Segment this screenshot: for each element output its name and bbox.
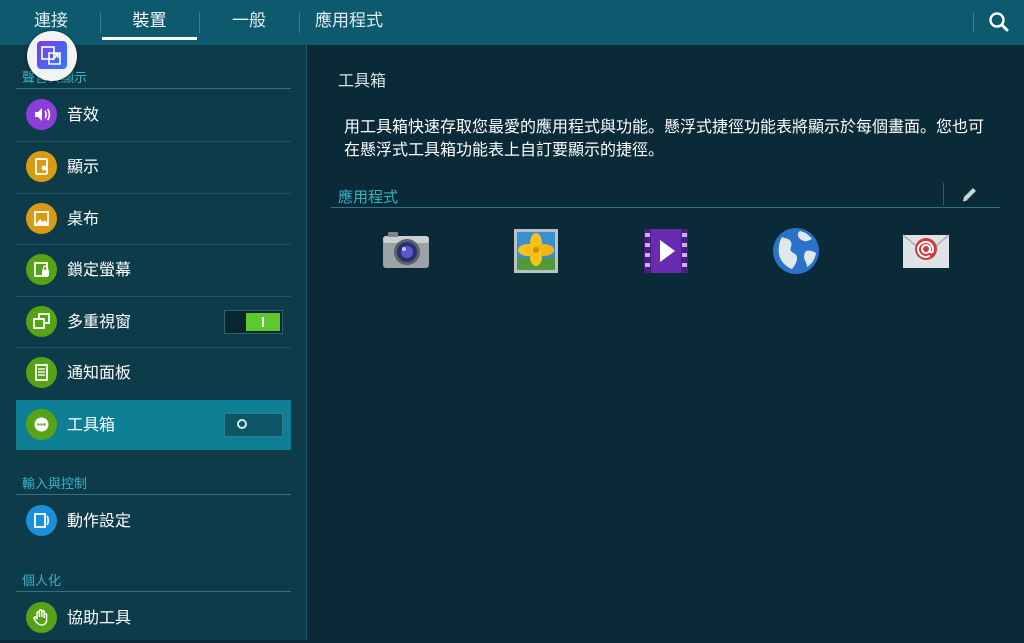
settings-item-label: 音效	[67, 105, 100, 124]
apps-section-header: 應用程式	[338, 188, 399, 206]
toggle-on-thumb	[246, 313, 280, 331]
settings-item-motion[interactable]: 動作設定	[16, 496, 291, 546]
email-icon	[902, 234, 950, 268]
tab-divider	[199, 12, 200, 33]
settings-item-label: 多重視窗	[67, 312, 132, 331]
header-divider	[943, 183, 944, 205]
settings-item-accessibility[interactable]: 協助工具	[16, 593, 291, 643]
lock-screen-icon	[26, 254, 57, 285]
camera-icon	[383, 232, 429, 268]
settings-item-multi-window[interactable]: 多重視窗	[16, 297, 291, 347]
settings-item-label: 通知面板	[67, 363, 132, 382]
motion-icon	[26, 505, 57, 536]
app-shortcut-video[interactable]	[640, 225, 692, 277]
page-title: 工具箱	[338, 71, 387, 90]
toolbox-description: 用工具箱快速存取您最愛的應用程式與功能。懸浮式捷徑功能表將顯示於每個畫面。您也可…	[344, 117, 985, 159]
pencil-icon	[962, 188, 976, 202]
video-icon	[644, 229, 688, 273]
settings-item-lock-screen[interactable]: 鎖定螢幕	[16, 245, 291, 295]
app-shortcut-gallery[interactable]	[510, 225, 562, 277]
settings-item-label: 協助工具	[67, 608, 132, 627]
floating-toolbox-button[interactable]	[27, 31, 77, 81]
edit-apps-button[interactable]	[957, 184, 981, 206]
notification-panel-icon	[26, 357, 57, 388]
gallery-icon	[514, 229, 558, 273]
wallpaper-icon	[26, 203, 57, 234]
section-divider	[16, 591, 291, 592]
internet-icon	[773, 228, 819, 274]
settings-item-label: 桌布	[67, 209, 100, 228]
top-tab-bar: 連接 裝置 一般 應用程式	[0, 0, 1024, 45]
toolbox-toggle[interactable]	[224, 413, 283, 437]
app-shortcut-email[interactable]	[900, 225, 952, 277]
toolbox-icon	[26, 409, 57, 440]
sound-icon	[26, 99, 57, 130]
section-divider	[331, 207, 1000, 208]
toolbox-shortcut-icon	[37, 41, 67, 69]
accessibility-icon	[26, 602, 57, 633]
settings-item-sound[interactable]: 音效	[16, 90, 291, 140]
display-icon	[26, 151, 57, 182]
app-shortcut-camera[interactable]	[380, 225, 432, 277]
settings-item-toolbox[interactable]: 工具箱	[16, 400, 291, 450]
tab-divider	[100, 12, 101, 33]
tab-divider	[299, 12, 300, 33]
toggle-off-thumb	[237, 419, 247, 429]
multi-window-toggle[interactable]	[224, 310, 283, 334]
settings-item-label: 顯示	[67, 157, 100, 176]
settings-item-notification-panel[interactable]: 通知面板	[16, 348, 291, 398]
settings-item-wallpaper[interactable]: 桌布	[16, 194, 291, 244]
tab-applications[interactable]: 應用程式	[305, 0, 393, 45]
section-divider	[16, 494, 291, 495]
section-divider	[16, 88, 291, 89]
detail-panel: 工具箱 用工具箱快速存取您最愛的應用程式與功能。懸浮式捷徑功能表將顯示於每個畫面…	[307, 45, 1024, 640]
settings-item-label: 鎖定螢幕	[67, 260, 132, 279]
settings-item-display[interactable]: 顯示	[16, 142, 291, 192]
settings-item-label: 動作設定	[67, 511, 132, 530]
multi-window-icon	[26, 306, 57, 337]
settings-item-label: 工具箱	[67, 415, 116, 434]
tab-general[interactable]: 一般	[210, 0, 288, 45]
toggle-on-mark	[262, 317, 264, 327]
section-header-personalization: 個人化	[22, 574, 62, 589]
search-button[interactable]	[974, 0, 1024, 45]
search-icon	[989, 12, 1009, 32]
active-tab-indicator	[102, 37, 197, 40]
app-shortcut-internet[interactable]	[770, 225, 822, 277]
section-header-input-control: 輸入與控制	[22, 477, 88, 492]
